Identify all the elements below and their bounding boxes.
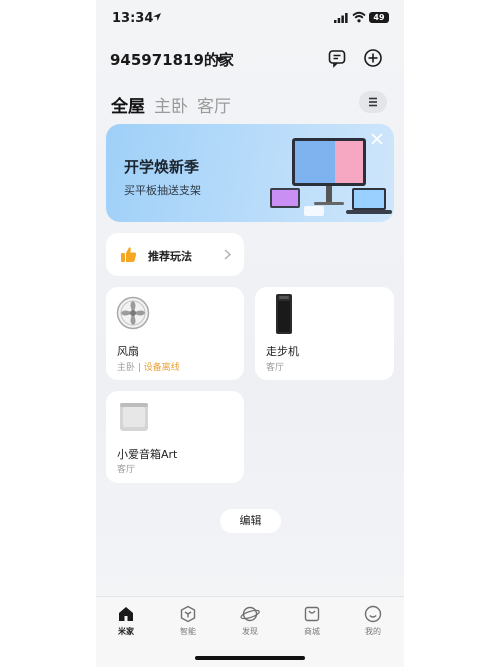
caret-down-icon[interactable] xyxy=(215,57,224,63)
room-menu-button[interactable] xyxy=(359,91,387,113)
smart-icon xyxy=(180,605,196,623)
device-name: 风扇 xyxy=(117,345,139,358)
speaker-icon xyxy=(120,403,148,431)
device-card-speaker[interactable]: 小爱音箱Art 客厅 xyxy=(106,391,244,483)
nav-label: 商城 xyxy=(304,627,320,636)
device-room: 客厅 xyxy=(266,363,285,373)
location-arrow-icon xyxy=(153,13,161,21)
edit-button[interactable]: 编辑 xyxy=(220,509,281,533)
close-icon[interactable] xyxy=(370,132,384,146)
banner-title: 开学焕新季 xyxy=(124,158,200,176)
nav-item-smart[interactable]: 智能 xyxy=(168,605,208,637)
home-indicator xyxy=(195,656,305,660)
device-room: 客厅 xyxy=(117,465,136,475)
battery-indicator: 49 xyxy=(369,12,389,23)
app-screen: 13:34 49 945971819的家 全屋 主卧 客厅 开学焕新季 买平板抽… xyxy=(96,0,404,667)
device-name: 小爱音箱Art xyxy=(117,448,178,461)
tab-master-bedroom[interactable]: 主卧 xyxy=(154,92,188,117)
nav-label: 我的 xyxy=(365,627,381,636)
tab-living-room[interactable]: 客厅 xyxy=(197,92,231,117)
planet-icon xyxy=(240,606,260,622)
device-status-offline: 设备离线 xyxy=(143,363,180,373)
profile-icon xyxy=(364,605,382,623)
nav-label: 发现 xyxy=(242,627,258,636)
device-card-treadmill[interactable]: 走步机 客厅 xyxy=(255,287,394,380)
home-icon xyxy=(119,607,133,621)
device-name: 走步机 xyxy=(266,345,299,358)
nav-item-discover[interactable]: 发现 xyxy=(230,605,270,637)
shop-icon xyxy=(304,606,320,622)
fan-icon xyxy=(116,296,150,330)
nav-item-home[interactable]: 米家 xyxy=(106,605,146,637)
recommend-label: 推荐玩法 xyxy=(148,250,192,263)
recommend-card[interactable]: 推荐玩法 xyxy=(106,233,244,276)
nav-label: 米家 xyxy=(118,627,134,636)
nav-label: 智能 xyxy=(180,627,196,636)
cellular-signal-icon xyxy=(334,13,348,23)
menu-icon xyxy=(369,97,377,107)
device-room: 主卧 | 设备离线 xyxy=(117,363,180,373)
wifi-icon xyxy=(352,11,366,23)
status-time: 13:34 xyxy=(112,11,154,26)
thumbs-up-icon xyxy=(121,247,137,262)
chevron-right-icon xyxy=(224,249,231,260)
banner-subtitle: 买平板抽送支架 xyxy=(124,184,201,197)
nav-item-profile[interactable]: 我的 xyxy=(353,605,393,637)
status-bar: 13:34 49 xyxy=(96,0,404,36)
message-icon[interactable] xyxy=(327,48,347,68)
nav-item-shop[interactable]: 商城 xyxy=(292,605,332,637)
add-icon[interactable] xyxy=(363,48,383,68)
promo-banner[interactable]: 开学焕新季 买平板抽送支架 xyxy=(106,124,394,222)
treadmill-icon xyxy=(276,294,292,334)
device-card-fan[interactable]: 风扇 主卧 | 设备离线 xyxy=(106,287,244,380)
tab-whole-house[interactable]: 全屋 xyxy=(111,92,145,117)
